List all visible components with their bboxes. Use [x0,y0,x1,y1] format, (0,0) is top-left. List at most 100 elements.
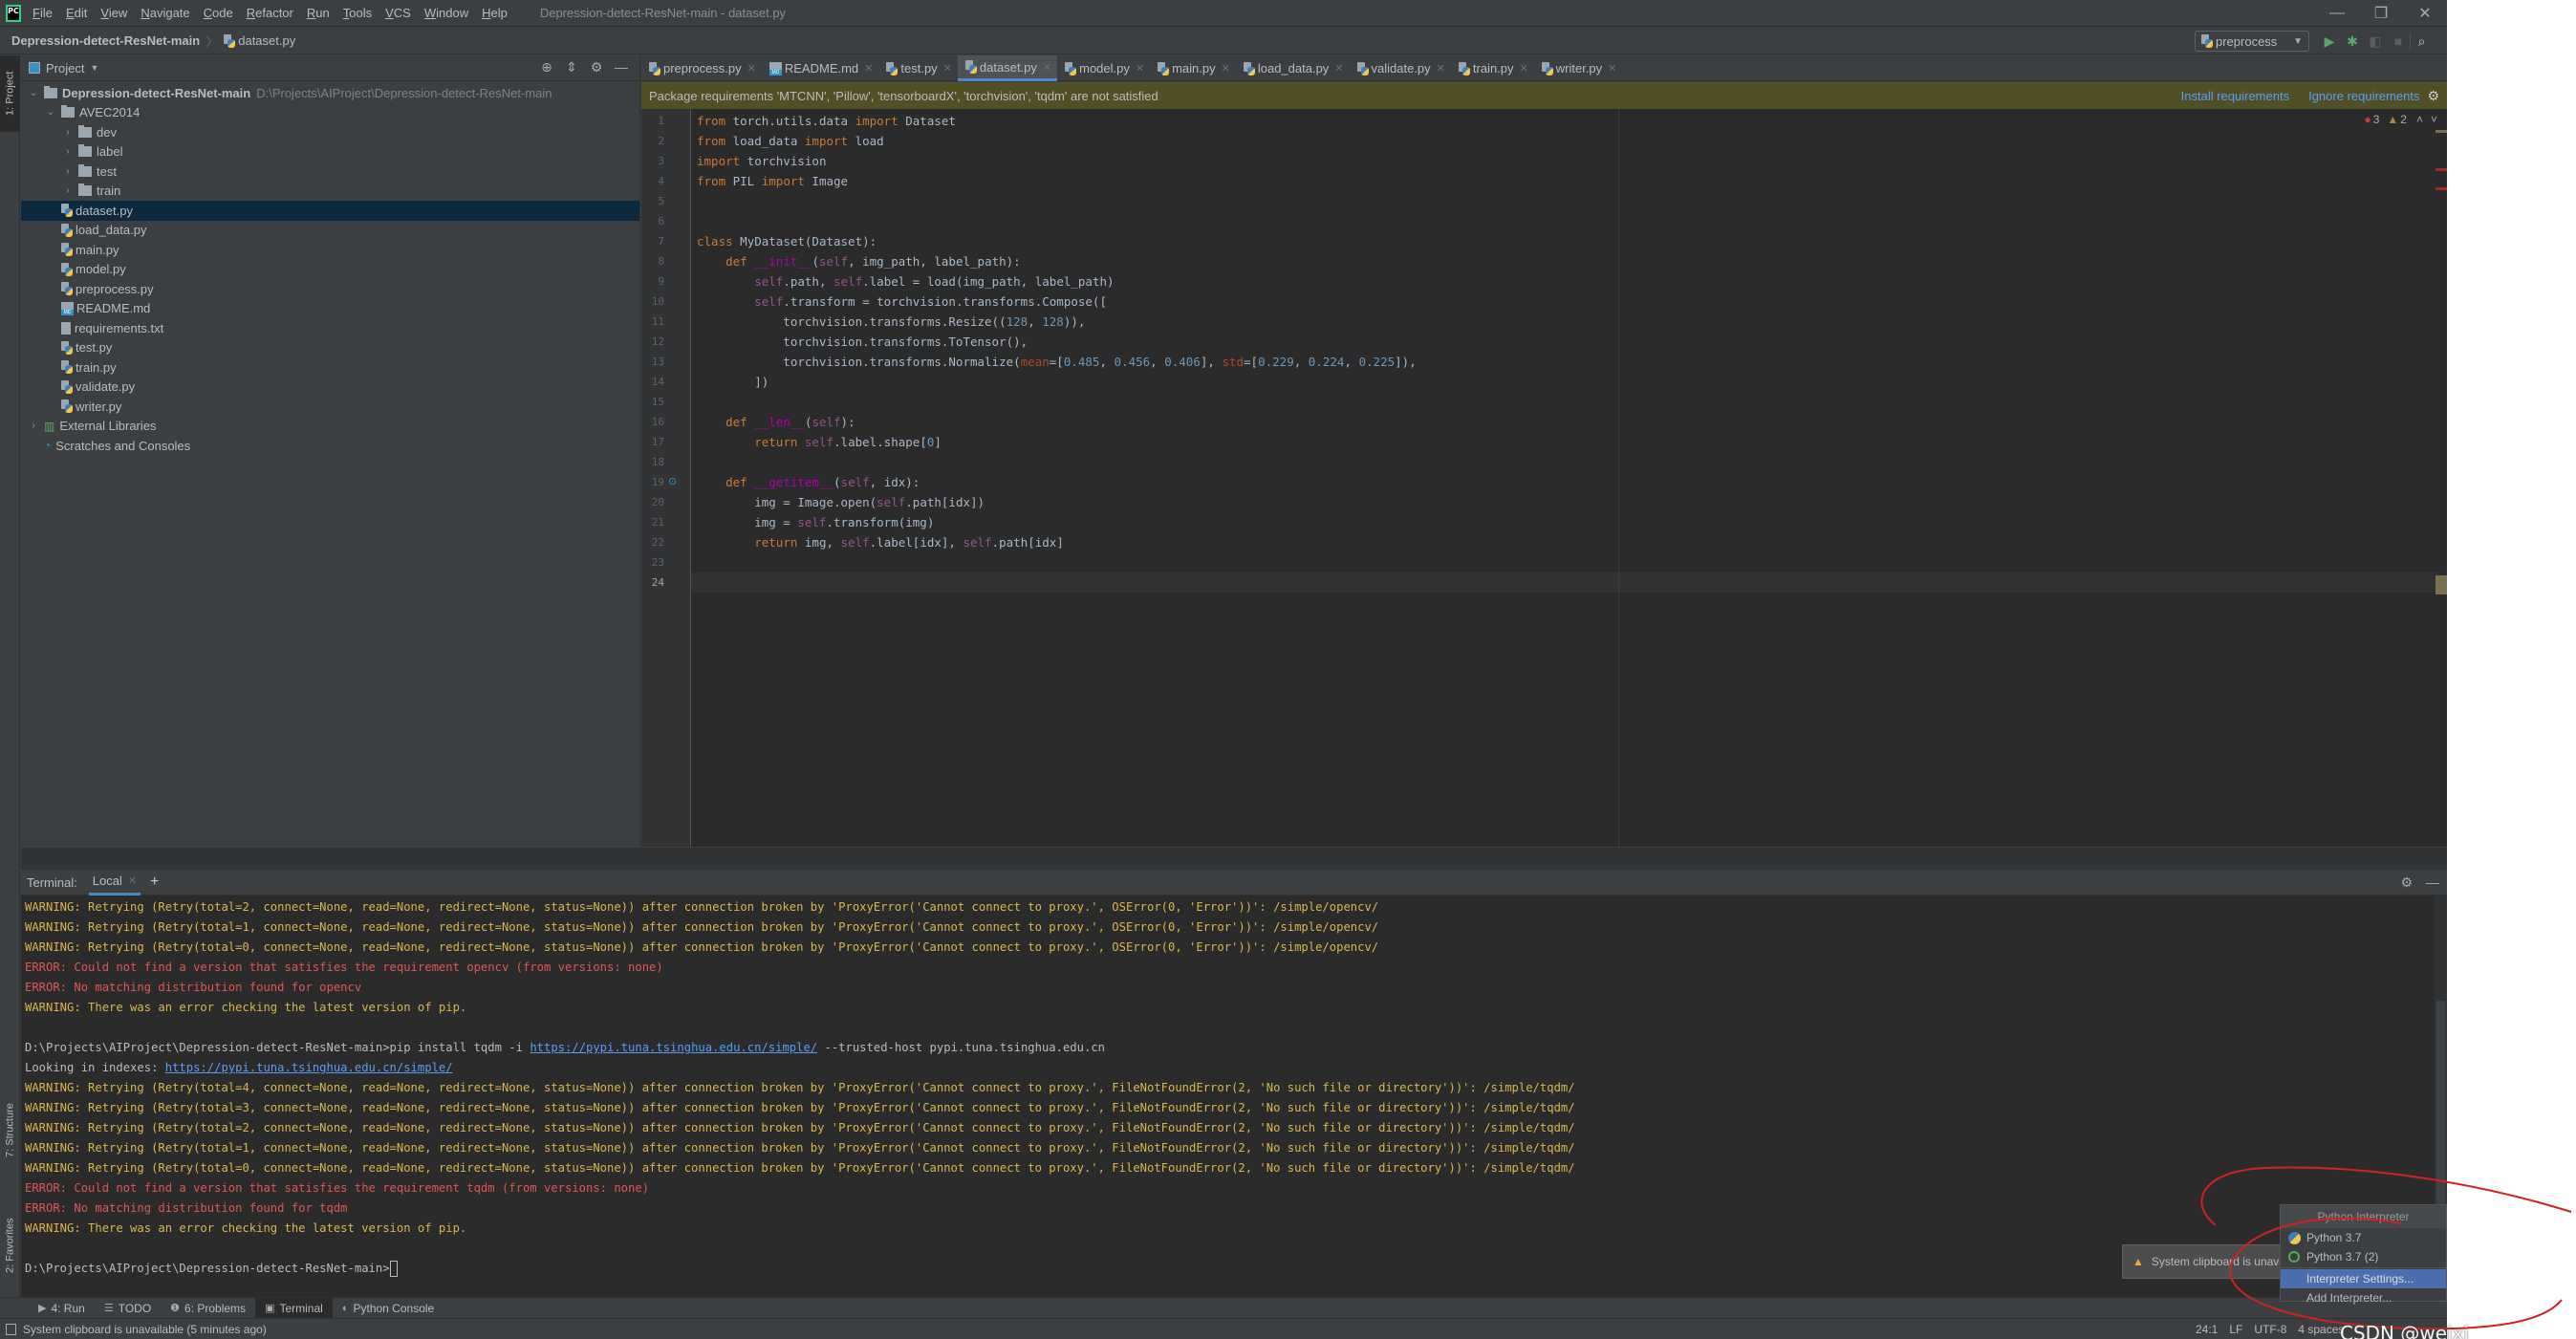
tree-item[interactable]: README.md [21,299,639,319]
inspection-widget[interactable]: ● 3 ▲ 2 ˄ ˅ [2364,113,2437,126]
tool-window-button[interactable]: ▣ Terminal [255,1297,333,1319]
install-requirements-link[interactable]: Install requirements [2181,89,2289,103]
close-icon[interactable]: ✕ [1043,61,1051,74]
tree-item[interactable]: validate.py [21,378,639,398]
editor-tab[interactable]: load_data.py ✕ [1236,55,1350,81]
debug-icon[interactable]: ✱ [2341,33,2364,50]
minimize-button[interactable]: — [2315,0,2359,27]
terminal-link[interactable]: https://pypi.tuna.tsinghua.edu.cn/simple… [165,1061,453,1074]
line-separator[interactable]: LF [2229,1323,2242,1336]
gear-icon[interactable]: ⚙ [2427,88,2439,104]
tool-window-button[interactable]: ◐ Python Console [333,1298,444,1319]
hide-panel-icon[interactable]: — [2426,875,2439,891]
menu-code[interactable]: Code [204,6,233,20]
restore-button[interactable]: ❐ [2359,0,2403,27]
notification-balloon[interactable]: ▲ System clipboard is unavailable [2122,1244,2284,1279]
editor-tab[interactable]: main.py ✕ [1150,55,1236,81]
editor-tab[interactable]: model.py ✕ [1057,55,1150,81]
interpreter-option[interactable]: Python 3.7 [2281,1228,2446,1247]
menu-help[interactable]: Help [482,6,508,20]
chevron-right-icon[interactable]: › [27,421,40,431]
add-interpreter-item[interactable]: Add Interpreter... [2281,1288,2446,1307]
gear-icon[interactable]: ⚙ [2400,875,2413,891]
editor-tab[interactable]: README.md ✕ [762,55,879,81]
hide-panel-icon[interactable]: — [609,59,634,76]
tool-window-button[interactable]: ☰ TODO [95,1298,161,1319]
project-tool-tab[interactable]: 1: Project [0,55,20,132]
error-marker[interactable] [2435,168,2447,171]
panel-divider[interactable] [21,847,2447,870]
override-marker-icon[interactable]: ⊙ [668,475,677,487]
menu-window[interactable]: Window [424,6,468,20]
warning-marker[interactable] [2435,130,2447,133]
file-encoding[interactable]: UTF-8 [2254,1323,2286,1336]
close-icon[interactable]: ✕ [1437,62,1445,75]
status-message[interactable]: System clipboard is unavailable (5 minut… [23,1323,267,1336]
locate-file-icon[interactable]: ⊕ [534,59,559,76]
editor-tab[interactable]: test.py ✕ [878,55,958,81]
menu-navigate[interactable]: Navigate [141,6,189,20]
chevron-down-icon[interactable]: ▼ [90,63,98,73]
tree-item[interactable]: › test [21,162,639,182]
menu-run[interactable]: Run [307,6,330,20]
terminal-output[interactable]: WARNING: Retrying (Retry(total=2, connec… [21,896,2447,1297]
close-icon[interactable]: ✕ [1520,62,1528,75]
editor-tab[interactable]: preprocess.py ✕ [641,55,762,81]
menu-refactor[interactable]: Refactor [247,6,293,20]
close-icon[interactable]: ✕ [1334,62,1343,75]
tree-item[interactable]: model.py [21,260,639,280]
tool-window-button[interactable]: ▶ 4: Run [29,1298,95,1319]
tree-item[interactable]: test.py [21,338,639,358]
close-icon[interactable]: ✕ [1608,62,1616,75]
caret-position[interactable]: 24:1 [2196,1323,2218,1336]
chevron-down-icon[interactable]: ⌄ [44,107,57,118]
chevron-right-icon[interactable]: › [61,127,75,138]
chevron-down-icon[interactable]: ˅ [2431,113,2437,126]
close-icon[interactable]: ✕ [943,62,952,75]
error-marker[interactable] [2435,187,2447,190]
tree-item[interactable]: preprocess.py [21,279,639,299]
menu-tools[interactable]: Tools [343,6,372,20]
tree-item[interactable]: main.py [21,240,639,260]
menu-file[interactable]: File [32,6,53,20]
tree-item[interactable]: › dev [21,122,639,142]
menu-edit[interactable]: Edit [66,6,87,20]
chevron-right-icon[interactable]: › [61,166,75,177]
terminal-tab-local[interactable]: Local ✕ [88,870,141,896]
menu-view[interactable]: View [100,6,127,20]
run-icon[interactable]: ▶ [2318,33,2341,50]
run-configuration-select[interactable]: preprocess ▼ [2195,31,2309,52]
tree-root[interactable]: ⌄ Depression-detect-ResNet-main D:\Proje… [21,83,639,103]
gear-icon[interactable]: ⚙ [584,59,609,76]
interpreter-settings-item[interactable]: Interpreter Settings... [2281,1269,2446,1288]
stop-icon[interactable]: ■ [2387,33,2410,49]
editor-tab[interactable]: dataset.py ✕ [957,55,1058,81]
caret-marker[interactable] [2435,575,2447,594]
breadcrumb-project[interactable]: Depression-detect-ResNet-main [11,33,200,48]
tree-scratches[interactable]: ◔ Scratches and Consoles [21,436,639,456]
close-icon[interactable]: ✕ [864,62,873,75]
favorites-tool-tab[interactable]: 2: Favorites [0,1202,20,1288]
editor-tab[interactable]: validate.py ✕ [1350,55,1451,81]
editor-tab[interactable]: train.py ✕ [1451,55,1534,81]
tree-item[interactable]: requirements.txt [21,318,639,338]
tree-item[interactable]: load_data.py [21,221,639,241]
chevron-right-icon[interactable]: › [61,185,75,196]
code-editor[interactable]: 1 2 3 4 5 6 7 8 9 10 11 12 13 14 15 16 17 18 19 20 21 22 23 24 ⊙… [641,109,2447,847]
close-icon[interactable]: ✕ [747,62,756,75]
chevron-down-icon[interactable]: ⌄ [27,88,40,98]
tree-item[interactable]: › train [21,182,639,202]
structure-tool-tab[interactable]: 7: Structure [0,1088,20,1174]
project-view-select[interactable]: Project [46,61,84,76]
tool-window-button[interactable]: ❶ 6: Problems [161,1298,255,1319]
tree-item[interactable]: dataset.py [21,201,639,221]
collapse-all-icon[interactable]: ⇕ [559,59,584,76]
tree-item[interactable]: train.py [21,357,639,378]
search-icon[interactable]: ⌕ [2410,32,2433,50]
close-button[interactable]: ✕ [2403,0,2447,27]
menu-vcs[interactable]: VCS [385,6,411,20]
editor-tab[interactable]: writer.py ✕ [1534,55,1623,81]
tree-item[interactable]: › label [21,142,639,162]
close-icon[interactable]: ✕ [1136,62,1144,75]
tree-external-libraries[interactable]: › ▥ External Libraries [21,417,639,437]
